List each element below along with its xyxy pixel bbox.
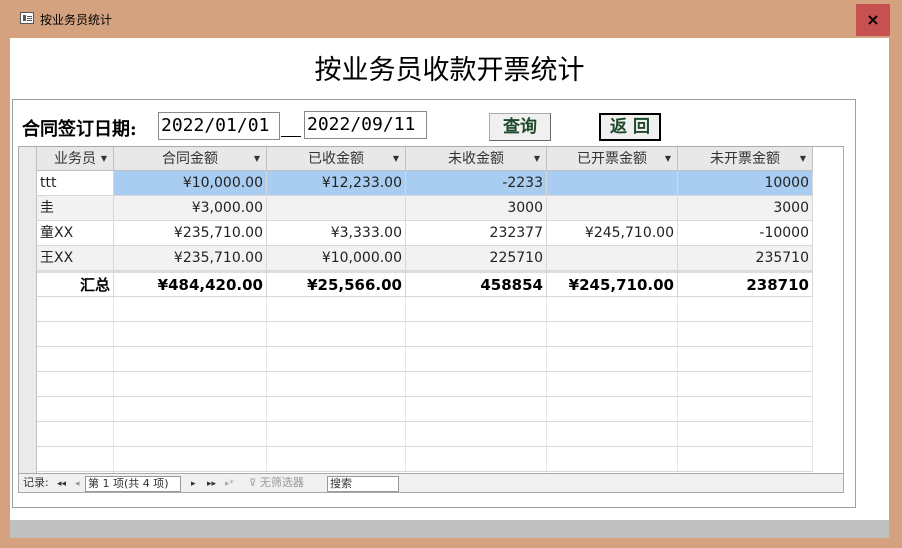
window-title: 按业务员统计 <box>40 13 113 27</box>
header-uninvoiced-amount[interactable]: 未开票金额 ▼ <box>678 147 813 171</box>
table-row[interactable]: 圭 ¥3,000.00 3000 3000 <box>37 196 813 221</box>
filter-section: 合同签订日期: 2022/01/01 2022/09/11 查询 返 回 业务员… <box>12 99 856 508</box>
form-body: 按业务员收款开票统计 合同签订日期: 2022/01/01 2022/09/11… <box>10 38 889 538</box>
sort-caret-icon[interactable]: ▼ <box>393 147 399 171</box>
record-position-input[interactable]: 第 1 项(共 4 项) <box>85 476 181 492</box>
record-label: 记录: <box>23 476 49 489</box>
cell-salesperson[interactable]: 圭 <box>37 196 114 220</box>
title-bar: 按业务员统计 × <box>0 0 902 38</box>
empty-row <box>37 347 813 372</box>
summary-label: 汇总 <box>37 273 114 297</box>
form-title: 按业务员收款开票统计 <box>314 55 585 86</box>
table-row[interactable]: 童XX ¥235,710.00 ¥3,333.00 232377 ¥245,71… <box>37 221 813 246</box>
header-contract-amount[interactable]: 合同金额 ▼ <box>114 147 267 171</box>
date-separator <box>281 136 301 137</box>
total-invoiced-amount: ¥245,710.00 <box>547 273 678 297</box>
cell-invoiced-amount[interactable]: ¥245,710.00 <box>547 221 678 245</box>
cell-uninvoiced-amount[interactable]: -10000 <box>678 221 813 245</box>
cell-received-amount[interactable]: ¥12,233.00 <box>267 171 406 195</box>
datasheet: 业务员 ▼ 合同金额 ▼ 已收金额 ▼ 未收金额 ▼ 已开票金额 ▼ 未开票金额 ▼ ttt… <box>18 146 844 493</box>
cell-unreceived-amount[interactable]: -2233 <box>406 171 547 195</box>
sort-caret-icon[interactable]: ▼ <box>254 147 260 171</box>
filter-icon: ⊽ <box>249 478 257 489</box>
cell-unreceived-amount[interactable]: 225710 <box>406 246 547 270</box>
cell-unreceived-amount[interactable]: 3000 <box>406 196 547 220</box>
cell-uninvoiced-amount[interactable]: 3000 <box>678 196 813 220</box>
close-button[interactable]: × <box>856 4 890 36</box>
total-contract-amount: ¥484,420.00 <box>114 273 267 297</box>
sort-caret-icon[interactable]: ▼ <box>665 147 671 171</box>
header-received-amount[interactable]: 已收金额 ▼ <box>267 147 406 171</box>
cell-contract-amount[interactable]: ¥235,710.00 <box>114 221 267 245</box>
table-row[interactable]: ttt ¥10,000.00 ¥12,233.00 -2233 10000 <box>37 171 813 196</box>
empty-row <box>37 422 813 447</box>
cell-salesperson[interactable]: 童XX <box>37 221 114 245</box>
cell-contract-amount[interactable]: ¥235,710.00 <box>114 246 267 270</box>
total-unreceived-amount: 458854 <box>406 273 547 297</box>
last-record-icon[interactable]: ▸▸ <box>207 477 216 491</box>
empty-row <box>37 297 813 322</box>
header-salesperson[interactable]: 业务员 ▼ <box>37 147 114 171</box>
empty-row <box>37 322 813 347</box>
date-from-input[interactable]: 2022/01/01 <box>158 112 280 140</box>
new-record-icon[interactable]: ▸* <box>225 477 234 491</box>
empty-row <box>37 397 813 422</box>
next-record-icon[interactable]: ▸ <box>191 477 196 491</box>
back-button[interactable]: 返 回 <box>599 113 661 141</box>
date-to-input[interactable]: 2022/09/11 <box>304 111 427 139</box>
empty-row <box>37 447 813 472</box>
cell-salesperson[interactable]: 王XX <box>37 246 114 270</box>
record-navigator: 记录: ◂◂ ◂ 第 1 项(共 4 项) ▸ ▸▸ ▸* ⊽ 无筛选器 搜索 <box>19 473 843 492</box>
first-record-icon[interactable]: ◂◂ <box>57 477 66 491</box>
cell-contract-amount[interactable]: ¥3,000.00 <box>114 196 267 220</box>
form-footer <box>10 520 889 538</box>
filter-status[interactable]: ⊽ 无筛选器 <box>249 476 304 491</box>
cell-received-amount[interactable]: ¥10,000.00 <box>267 246 406 270</box>
sort-caret-icon[interactable]: ▼ <box>800 147 806 171</box>
sort-caret-icon[interactable]: ▼ <box>534 147 540 171</box>
query-button[interactable]: 查询 <box>489 113 551 141</box>
cell-uninvoiced-amount[interactable]: 10000 <box>678 171 813 195</box>
search-input[interactable]: 搜索 <box>327 476 399 492</box>
cell-received-amount[interactable] <box>267 196 406 220</box>
date-label: 合同签订日期: <box>22 119 137 140</box>
cell-contract-amount[interactable]: ¥10,000.00 <box>114 171 267 195</box>
cell-unreceived-amount[interactable]: 232377 <box>406 221 547 245</box>
empty-row <box>37 372 813 397</box>
cell-invoiced-amount[interactable] <box>547 196 678 220</box>
total-received-amount: ¥25,566.00 <box>267 273 406 297</box>
table-row[interactable]: 王XX ¥235,710.00 ¥10,000.00 225710 235710 <box>37 246 813 271</box>
prev-record-icon[interactable]: ◂ <box>75 477 80 491</box>
cell-invoiced-amount[interactable] <box>547 246 678 270</box>
sort-caret-icon[interactable]: ▼ <box>101 147 107 171</box>
total-uninvoiced-amount: 238710 <box>678 273 813 297</box>
record-selector-column[interactable] <box>19 147 37 479</box>
summary-row: 汇总 ¥484,420.00 ¥25,566.00 458854 ¥245,71… <box>37 271 813 297</box>
form-icon <box>20 12 34 24</box>
cell-uninvoiced-amount[interactable]: 235710 <box>678 246 813 270</box>
header-unreceived-amount[interactable]: 未收金额 ▼ <box>406 147 547 171</box>
cell-salesperson[interactable]: ttt <box>37 171 114 195</box>
header-invoiced-amount[interactable]: 已开票金额 ▼ <box>547 147 678 171</box>
cell-invoiced-amount[interactable] <box>547 171 678 195</box>
cell-received-amount[interactable]: ¥3,333.00 <box>267 221 406 245</box>
